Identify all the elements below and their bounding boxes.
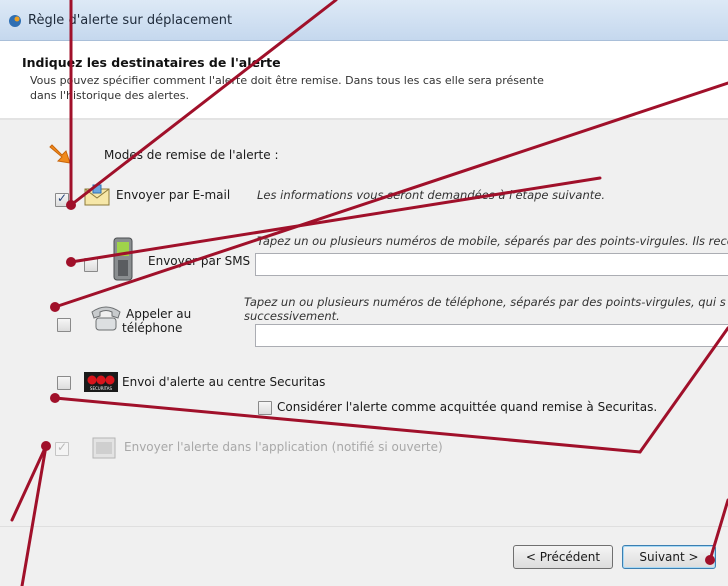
securitas-label: Envoi d'alerte au centre Securitas [122,375,326,389]
sms-checkbox[interactable] [84,258,98,272]
page-title: Indiquez les destinataires de l'alerte [22,55,281,70]
page-description: Vous pouvez spécifier comment l'alerte d… [30,74,544,102]
phone-hint-line1: Tapez un ou plusieurs numéros de télépho… [244,295,726,309]
securitas-logo-text: SECURITAS [89,386,113,391]
app-notify-label: Envoyer l'alerte dans l'application (not… [124,440,443,454]
securitas-acknowledge-label: Considérer l'alerte comme acquittée quan… [277,400,658,414]
securitas-checkbox[interactable] [57,376,71,390]
application-icon [92,437,116,459]
app-icon [9,15,21,27]
phone-label-line1: Appeler au [126,307,192,321]
telephone-icon [91,306,121,331]
phone-numbers-input[interactable] [255,324,728,347]
phone-label-line2: téléphone [122,321,183,335]
previous-button[interactable]: < Précédent [513,545,613,569]
email-icon [84,184,110,206]
email-hint: Les informations vous seront demandées à… [257,188,605,202]
email-checkbox[interactable] [55,191,69,207]
securitas-logo: SECURITAS [84,372,118,392]
footer-divider [0,526,728,527]
securitas-acknowledge-checkbox[interactable] [258,401,272,415]
phone-hint-line2: successivement. [244,309,340,323]
next-button[interactable]: Suivant > [622,545,716,569]
sms-label: Envoyer par SMS [148,254,251,268]
modes-label: Modes de remise de l'alerte : [104,148,279,162]
window-title: Règle d'alerte sur déplacement [28,13,233,28]
phone-checkbox[interactable] [57,318,71,332]
email-label: Envoyer par E-mail [116,188,231,202]
mobile-phone-icon [113,237,133,281]
title-bar: Règle d'alerte sur déplacement [0,0,728,41]
wizard-header: Indiquez les destinataires de l'alerte V… [0,41,728,120]
sms-numbers-input[interactable] [255,253,728,276]
arrow-icon [49,144,71,164]
sms-hint: Tapez un ou plusieurs numéros de mobile,… [257,234,728,248]
app-notify-checkbox[interactable] [55,440,69,456]
